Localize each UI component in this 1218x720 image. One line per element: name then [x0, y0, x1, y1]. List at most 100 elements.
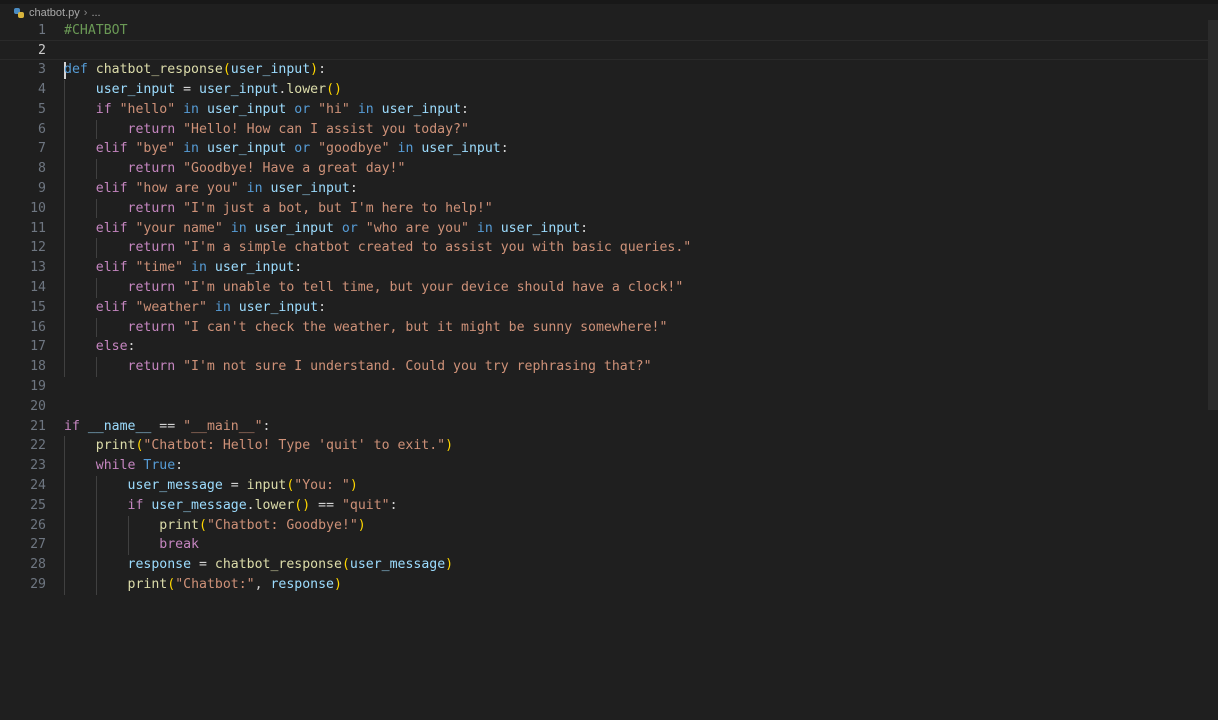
code-token: user_input	[214, 260, 295, 276]
code-line[interactable]: 28 response = chatbot_response(user_mess…	[0, 555, 1208, 575]
code-token: )	[310, 62, 319, 78]
code-line[interactable]: 9 elif "how are you" in user_input:	[0, 179, 1208, 199]
line-number: 13	[30, 260, 46, 276]
code-token: "Hello! How can I assist you today?"	[183, 121, 469, 137]
code-token: chatbot_response	[95, 62, 223, 78]
code-text: break	[64, 535, 199, 555]
code-text: print("Chatbot: Goodbye!")	[64, 516, 365, 536]
code-token: or	[286, 141, 319, 157]
code-token: "I'm a simple chatbot created to assist …	[183, 240, 692, 256]
code-token: "quit"	[341, 497, 390, 513]
code-line[interactable]: 16 return "I can't check the weather, bu…	[0, 318, 1208, 338]
code-text: response = chatbot_response(user_message…	[64, 555, 454, 575]
code-token: user_input	[95, 81, 176, 97]
line-number: 6	[38, 121, 46, 137]
code-token: ()	[326, 81, 342, 97]
code-line[interactable]: 13 elif "time" in user_input:	[0, 258, 1208, 278]
code-line[interactable]: 1 #CHATBOT	[0, 21, 1208, 41]
code-text: elif "bye" in user_input or "goodbye" in…	[64, 139, 509, 159]
code-token: "how are you"	[135, 180, 239, 196]
indent-guide	[95, 198, 97, 219]
code-token: print	[95, 438, 136, 454]
breadcrumb-symbols[interactable]: ...	[91, 7, 100, 19]
code-line[interactable]: 23 while True:	[0, 456, 1208, 476]
python-file-icon	[14, 8, 24, 18]
code-token: .	[246, 497, 255, 513]
code-token: lower	[254, 497, 295, 513]
code-token: "You: "	[294, 477, 350, 493]
code-text: if user_message.lower() == "quit":	[64, 496, 398, 516]
code-line[interactable]: 3 def chatbot_response(user_input):	[0, 60, 1208, 80]
code-token: (	[222, 62, 231, 78]
code-token: user_input	[206, 141, 287, 157]
code-line[interactable]: 27 break	[0, 535, 1208, 555]
code-line[interactable]: 22 print("Chatbot: Hello! Type 'quit' to…	[0, 436, 1208, 456]
code-line[interactable]: 7 elif "bye" in user_input or "goodbye" …	[0, 139, 1208, 159]
code-token: in	[468, 220, 501, 236]
code-token: )	[334, 576, 342, 592]
line-number: 25	[30, 497, 46, 513]
code-line[interactable]: 14 return "I'm unable to tell time, but …	[0, 278, 1208, 298]
code-token: user_input	[230, 62, 311, 78]
code-token: in	[206, 299, 239, 315]
code-token: user_input	[270, 180, 350, 196]
code-line[interactable]: 17 else:	[0, 337, 1208, 357]
code-token: in	[175, 141, 207, 157]
code-text: return "Goodbye! Have a great day!"	[64, 159, 406, 179]
code-text: user_message = input("You: ")	[64, 476, 358, 496]
code-token: (	[167, 576, 176, 592]
code-token: elif	[95, 141, 136, 157]
code-token: "I'm not sure I understand. Could you tr…	[183, 359, 652, 375]
code-line[interactable]: 20	[0, 397, 1208, 417]
code-line[interactable]: 21 if __name__ == "__main__":	[0, 417, 1208, 437]
code-token: :	[175, 458, 184, 474]
vertical-scrollbar[interactable]	[1208, 20, 1218, 410]
code-line[interactable]: 19	[0, 377, 1208, 397]
code-token: (	[198, 517, 207, 533]
line-number: 29	[30, 576, 46, 592]
code-token: :	[318, 299, 327, 315]
code-token: user_message	[349, 557, 446, 573]
code-line[interactable]: 2	[0, 40, 1208, 61]
breadcrumb-file[interactable]: chatbot.py	[29, 7, 80, 19]
code-line[interactable]: 26 print("Chatbot: Goodbye!")	[0, 516, 1208, 536]
code-text: elif "your name" in user_input or "who a…	[64, 219, 588, 239]
code-token: user_message	[127, 477, 223, 493]
code-token: or	[333, 220, 366, 236]
line-number: 16	[30, 319, 46, 335]
code-token: if	[127, 497, 152, 513]
code-token: elif	[95, 260, 136, 276]
line-number: 28	[30, 557, 46, 573]
code-text: return "I'm unable to tell time, but you…	[64, 278, 684, 298]
indent-guide	[95, 475, 97, 595]
code-editor[interactable]: 1 #CHATBOT 2 3 def chatbot_response(user_inp…	[0, 20, 1208, 720]
code-line[interactable]: 6 return "Hello! How can I assist you to…	[0, 120, 1208, 140]
code-token: "bye"	[135, 141, 176, 157]
code-line[interactable]: 29 print("Chatbot:", response)	[0, 575, 1208, 595]
code-line[interactable]: 25 if user_message.lower() == "quit":	[0, 496, 1208, 516]
code-line[interactable]: 18 return "I'm not sure I understand. Co…	[0, 357, 1208, 377]
line-number: 23	[30, 458, 46, 474]
code-line[interactable]: 4 user_input = user_input.lower()	[0, 80, 1208, 100]
line-number: 26	[30, 517, 46, 533]
code-text: elif "weather" in user_input:	[64, 298, 326, 318]
code-line[interactable]: 5 if "hello" in user_input or "hi" in us…	[0, 100, 1208, 120]
line-number: 21	[30, 418, 46, 434]
code-line[interactable]: 24 user_message = input("You: ")	[0, 476, 1208, 496]
code-line[interactable]: 10 return "I'm just a bot, but I'm here …	[0, 199, 1208, 219]
code-token: def	[64, 62, 96, 78]
code-token: :	[262, 418, 271, 434]
code-token: :	[389, 497, 398, 513]
code-text: print("Chatbot: Hello! Type 'quit' to ex…	[64, 436, 453, 456]
code-token: elif	[95, 220, 136, 236]
code-token: break	[159, 537, 199, 553]
code-text: elif "time" in user_input:	[64, 258, 302, 278]
code-token: "goodbye"	[318, 141, 390, 157]
code-line[interactable]: 15 elif "weather" in user_input:	[0, 298, 1208, 318]
code-line[interactable]: 8 return "Goodbye! Have a great day!"	[0, 159, 1208, 179]
code-line[interactable]: 12 return "I'm a simple chatbot created …	[0, 238, 1208, 258]
code-line[interactable]: 11 elif "your name" in user_input or "wh…	[0, 219, 1208, 239]
